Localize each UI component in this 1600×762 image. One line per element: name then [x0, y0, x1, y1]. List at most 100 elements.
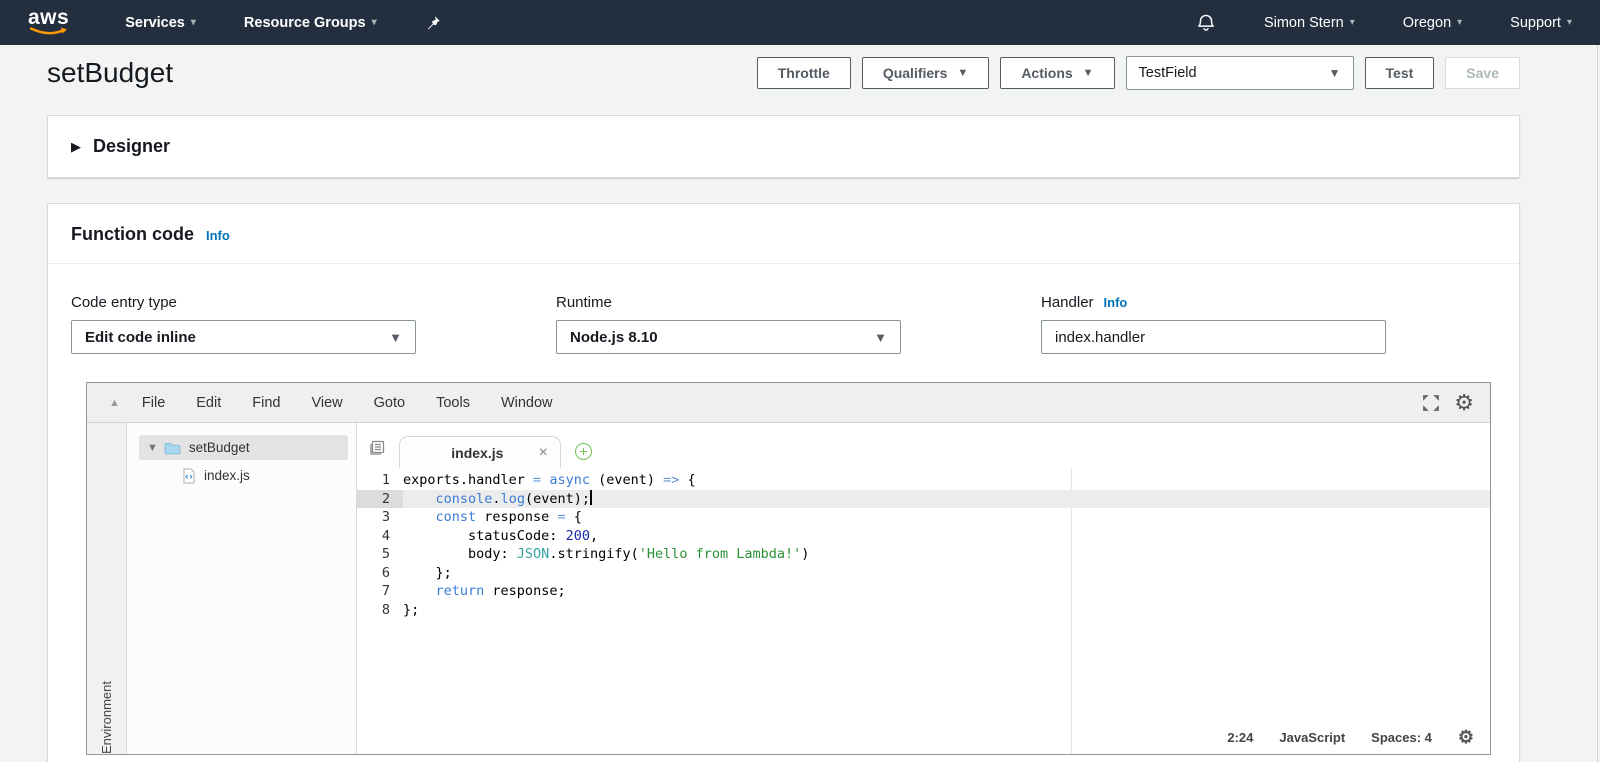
- notifications-bell-icon[interactable]: [1196, 13, 1216, 33]
- code-line-text: exports.handler = async (event) => {: [403, 472, 696, 488]
- line-number: 1: [381, 472, 390, 488]
- editor-tabbar: index.js × +: [357, 423, 1490, 468]
- nav-user-label: Simon Stern: [1263, 14, 1344, 31]
- indentation-setting[interactable]: Spaces: 4: [1371, 730, 1432, 745]
- code-line-text: body: JSON.stringify('Hello from Lambda!…: [403, 546, 810, 562]
- actions-button[interactable]: Actions ▼: [1000, 56, 1115, 89]
- runtime-select[interactable]: Node.js 8.10 ▼: [556, 320, 901, 354]
- folder-icon: [164, 442, 181, 454]
- menu-file[interactable]: File: [142, 395, 165, 411]
- menu-goto[interactable]: Goto: [374, 395, 405, 411]
- handler-info-link[interactable]: Info: [1104, 295, 1128, 310]
- runtime-label: Runtime: [556, 294, 612, 311]
- collapse-editor-icon[interactable]: ▲: [109, 397, 120, 409]
- code-text-area[interactable]: 1 exports.handler = async (event) => {2 c…: [357, 468, 1490, 754]
- nav-region-menu[interactable]: Oregon ▾: [1403, 15, 1462, 31]
- handler-value: index.handler: [1055, 328, 1146, 346]
- chevron-down-icon: ▾: [1349, 17, 1355, 28]
- line-number: 7: [381, 583, 390, 599]
- handler-field: Handler Info index.handler: [1041, 294, 1386, 354]
- runtime-field: Runtime Node.js 8.10 ▼: [556, 294, 901, 354]
- aws-logo[interactable]: aws: [28, 7, 69, 36]
- page-scrollbar[interactable]: [1597, 45, 1598, 762]
- code-line[interactable]: 5 body: JSON.stringify('Hello from Lambd…: [357, 545, 1490, 564]
- code-line-text: const response = {: [435, 509, 582, 525]
- designer-title: Designer: [93, 136, 171, 156]
- designer-section[interactable]: ▶ Designer: [47, 115, 1520, 178]
- editor-settings-gear-icon[interactable]: ⚙: [1454, 391, 1474, 414]
- code-line-text: };: [403, 564, 452, 581]
- line-number: 6: [381, 564, 390, 581]
- nav-resource-groups[interactable]: Resource Groups ▾: [244, 15, 377, 31]
- code-line[interactable]: 2 console.log(event);: [357, 489, 1490, 508]
- tree-file-indexjs[interactable]: index.js: [127, 463, 356, 488]
- code-entry-type-label: Code entry type: [71, 294, 177, 311]
- code-line-text: };: [403, 601, 420, 618]
- cursor-position[interactable]: 2:24: [1227, 730, 1253, 745]
- chevron-down-icon: ▼: [1082, 66, 1094, 79]
- throttle-button[interactable]: Throttle: [756, 56, 851, 89]
- nav-resource-groups-label: Resource Groups: [243, 14, 366, 31]
- nav-support-menu[interactable]: Support ▾: [1510, 15, 1572, 31]
- aws-smile-icon: [29, 27, 67, 35]
- actions-label: Actions: [1021, 64, 1073, 81]
- line-number: 5: [381, 546, 390, 562]
- tab-list-icon[interactable]: [369, 440, 387, 456]
- handler-input[interactable]: index.handler: [1041, 320, 1386, 354]
- code-line-text: console.log(event);: [435, 489, 592, 507]
- code-line[interactable]: 4 statusCode: 200,: [357, 527, 1490, 546]
- nav-services-label: Services: [125, 14, 185, 31]
- throttle-label: Throttle: [777, 64, 830, 81]
- code-editor: ▲ File Edit Find View Goto Tools Window ⚙ Envi…: [86, 382, 1491, 755]
- qualifiers-label: Qualifiers: [882, 64, 948, 81]
- save-button[interactable]: Save: [1445, 56, 1520, 89]
- tab-close-icon[interactable]: ×: [539, 444, 548, 462]
- code-line[interactable]: 1 exports.handler = async (event) => {: [357, 471, 1490, 490]
- function-code-section: Function code Info Code entry type Edit …: [47, 203, 1520, 762]
- code-line[interactable]: 3 const response = {: [357, 508, 1490, 527]
- chevron-down-icon: ▾: [190, 17, 196, 28]
- function-code-title: Function code: [71, 224, 194, 244]
- runtime-value: Node.js 8.10: [570, 328, 658, 346]
- tab-indexjs[interactable]: index.js ×: [399, 436, 561, 468]
- menu-view[interactable]: View: [311, 395, 342, 411]
- disclosure-triangle-icon[interactable]: ▼: [147, 442, 158, 454]
- environment-label: Environment: [99, 681, 114, 754]
- pin-icon[interactable]: [425, 15, 441, 31]
- language-mode[interactable]: JavaScript: [1279, 730, 1345, 745]
- chevron-down-icon: ▾: [1566, 17, 1572, 28]
- code-line[interactable]: 6 };: [357, 564, 1490, 583]
- js-file-icon: [183, 468, 195, 483]
- top-navbar: aws Services ▾ Resource Groups ▾ Simon S…: [0, 0, 1600, 45]
- menu-window[interactable]: Window: [501, 395, 553, 411]
- code-line[interactable]: 8};: [357, 601, 1490, 620]
- save-label: Save: [1466, 64, 1499, 81]
- tab-indexjs-label: index.js: [451, 444, 504, 461]
- environment-sidebar[interactable]: Environment: [87, 423, 127, 754]
- nav-services[interactable]: Services ▾: [125, 15, 196, 31]
- chevron-down-icon: ▼: [874, 329, 887, 345]
- test-event-select[interactable]: TestField ▼: [1125, 55, 1354, 90]
- menu-find[interactable]: Find: [252, 395, 280, 411]
- fullscreen-icon[interactable]: [1422, 394, 1440, 412]
- code-pane: index.js × + 1 exports.handler = async (e…: [357, 423, 1490, 754]
- chevron-down-icon: ▼: [957, 66, 969, 79]
- menu-edit[interactable]: Edit: [196, 395, 221, 411]
- expand-triangle-icon: ▶: [71, 138, 81, 154]
- chevron-down-icon: ▼: [389, 329, 402, 345]
- nav-region-label: Oregon: [1402, 14, 1452, 31]
- new-tab-plus-icon[interactable]: +: [575, 443, 592, 460]
- code-entry-type-field: Code entry type Edit code inline ▼: [71, 294, 416, 354]
- code-entry-type-select[interactable]: Edit code inline ▼: [71, 320, 416, 354]
- code-line[interactable]: 7 return response;: [357, 582, 1490, 601]
- line-number: 8: [381, 601, 390, 618]
- menu-tools[interactable]: Tools: [436, 395, 470, 411]
- page-title: setBudget: [47, 56, 174, 88]
- statusbar-gear-icon[interactable]: ⚙: [1458, 728, 1474, 746]
- chevron-down-icon: ▾: [1457, 17, 1463, 28]
- tree-folder-setbudget[interactable]: ▼ setBudget: [139, 435, 348, 460]
- qualifiers-button[interactable]: Qualifiers ▼: [861, 56, 990, 89]
- test-button[interactable]: Test: [1364, 56, 1435, 89]
- nav-user-menu[interactable]: Simon Stern ▾: [1264, 15, 1355, 31]
- function-code-info-link[interactable]: Info: [206, 228, 230, 243]
